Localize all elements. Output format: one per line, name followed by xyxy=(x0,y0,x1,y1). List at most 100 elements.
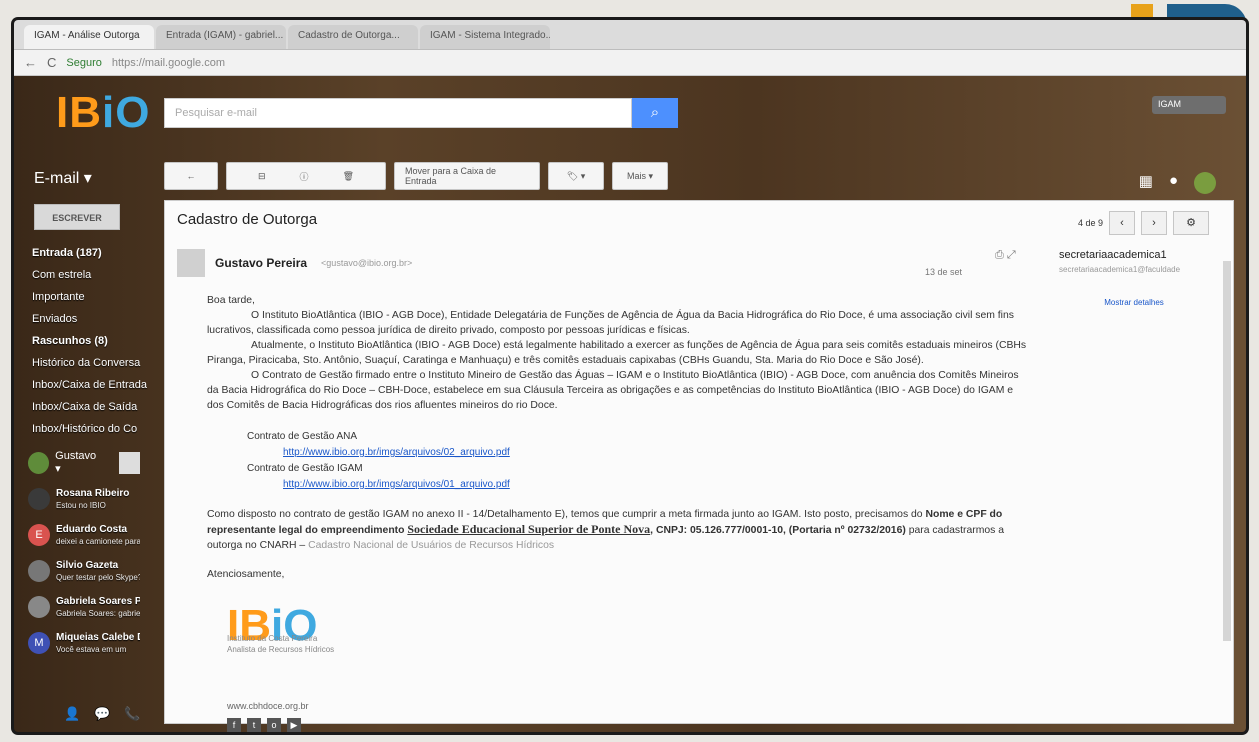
prev-button[interactable]: ‹ xyxy=(1109,211,1135,235)
pager-count: 4 de 9 xyxy=(1077,218,1103,228)
back-arrow-icon[interactable]: ← xyxy=(24,55,37,70)
sidebar-item-starred[interactable]: Com estrela xyxy=(14,264,154,286)
paragraph-1: O Instituto BioAtlântica (IBIO - AGB Doc… xyxy=(207,310,1014,336)
mail-subject: Cadastro de Outorga xyxy=(177,211,318,228)
new-chat-button[interactable] xyxy=(118,451,141,474)
notifications-icon[interactable]: ● xyxy=(1169,172,1178,194)
sidebar-item-sent[interactable]: Enviados xyxy=(14,308,154,330)
labels-button[interactable]: 🏷 ▾ xyxy=(548,162,604,190)
sender-name[interactable]: Gustavo Pereira xyxy=(215,256,307,270)
contracts-list: Contrato de Gestão ANA http://www.ibio.o… xyxy=(247,429,1027,493)
address-bar[interactable]: ← C Seguro https://mail.google.com xyxy=(14,50,1246,76)
delete-icon[interactable]: 🗑 xyxy=(343,171,354,182)
avatar: E xyxy=(28,524,50,546)
signature-url[interactable]: www.cbhdoce.org.br xyxy=(227,699,1027,714)
youtube-icon[interactable]: ▶ xyxy=(287,718,301,732)
scrollbar[interactable] xyxy=(1223,261,1231,641)
next-button[interactable]: › xyxy=(1141,211,1167,235)
browser-tabs: IGAM - Análise Outorga Entrada (IGAM) - … xyxy=(14,20,1246,50)
paragraph-2: Atualmente, o Instituto BioAtlântica (IB… xyxy=(207,340,1027,366)
sidebar-item-inbox[interactable]: Entrada (187) xyxy=(14,242,154,264)
contact-item[interactable]: E Eduardo Costa deixei a camionete para xyxy=(14,521,154,557)
side-panel-name: secretariaacademica1 xyxy=(1059,249,1167,261)
sidebar-item-chat-history[interactable]: Histórico da Conversa xyxy=(14,352,154,374)
more-button[interactable]: Mais ▾ xyxy=(612,162,668,190)
request-paragraph: Como disposto no contrato de gestão IGAM… xyxy=(207,509,1004,551)
tab-entrada[interactable]: Entrada (IGAM) - gabriel... xyxy=(156,25,286,49)
company-name: Sociedade Educacional Superior de Ponte … xyxy=(407,522,651,536)
print-icon[interactable]: ⎙ ⤢ xyxy=(995,249,1016,262)
pager: 4 de 9 ‹ › ⚙ xyxy=(1078,211,1209,235)
facebook-icon[interactable]: f xyxy=(227,718,241,732)
apps-grid-icon[interactable]: ▦ xyxy=(1139,172,1153,194)
sidebar-item-important[interactable]: Importante xyxy=(14,286,154,308)
move-to-inbox-button[interactable]: Mover para a Caixa de Entrada xyxy=(394,162,540,190)
paragraph-3: O Contrato de Gestão firmado entre o Ins… xyxy=(207,370,1019,411)
avatar xyxy=(28,560,50,582)
avatar[interactable] xyxy=(1194,172,1216,194)
phone-icon[interactable]: 📞 xyxy=(124,706,140,722)
ibio-signature-logo: IBiO xyxy=(227,601,318,650)
person-icon[interactable]: 👤 xyxy=(64,706,80,722)
contract-igam-label: Contrato de Gestão IGAM xyxy=(247,463,363,474)
avatar: M xyxy=(28,632,50,654)
contact-item[interactable]: M Miqueias Calebe DcVocê estava em um xyxy=(14,629,154,665)
signature-name: Instituto da Costa Pereira xyxy=(227,634,318,643)
sender-row: Gustavo Pereira <gustavo@ibio.org.br> xyxy=(177,249,412,277)
headphones-icon xyxy=(28,488,50,510)
show-details-link[interactable]: Mostrar detalhes xyxy=(1059,298,1209,307)
gmail-app: IBiO Pesquisar e-mail ⌕ IGAM E-mail ▾ ← … xyxy=(14,76,1246,732)
message-body: Boa tarde, O Instituto BioAtlântica (IBI… xyxy=(207,293,1027,732)
instagram-icon[interactable]: o xyxy=(267,718,281,732)
top-bar: IBiO Pesquisar e-mail ⌕ IGAM xyxy=(14,76,1246,146)
contact-side-panel: secretariaacademica1 secretariaacademica… xyxy=(1059,249,1209,307)
reload-icon[interactable]: C xyxy=(47,55,56,70)
back-button[interactable]: ← xyxy=(164,162,218,190)
chat-icon[interactable]: 💬 xyxy=(94,706,110,722)
monitor-screen: IGAM - Análise Outorga Entrada (IGAM) - … xyxy=(14,20,1246,732)
contract-ana-link[interactable]: http://www.ibio.org.br/imgs/arquivos/02_… xyxy=(283,445,1027,461)
ibio-logo[interactable]: IBiO xyxy=(56,88,150,138)
account-pill[interactable]: IGAM xyxy=(1152,96,1226,114)
sidebar-item-inbox-historico[interactable]: Inbox/Histórico do Co xyxy=(14,418,154,440)
sidebar-footer: 👤 💬 📞 xyxy=(64,706,141,722)
message-pane: Cadastro de Outorga 4 de 9 ‹ › ⚙ Gustavo… xyxy=(164,200,1234,732)
contract-igam-link[interactable]: http://www.ibio.org.br/imgs/arquivos/01_… xyxy=(283,477,1027,493)
contract-ana-label: Contrato de Gestão ANA xyxy=(247,431,358,442)
actions-group: ⊟ ⓘ 🗑 xyxy=(226,162,386,190)
signature: IBiO Instituto da Costa Pereira Analista… xyxy=(227,601,1027,732)
tab-sistema[interactable]: IGAM - Sistema Integrado... xyxy=(420,25,550,49)
signature-role: Analista de Recursos Hídricos xyxy=(227,645,335,654)
settings-gear-icon[interactable]: ⚙ xyxy=(1173,211,1209,235)
message-date: 13 de set xyxy=(925,267,963,277)
sender-email: <gustavo@ibio.org.br> xyxy=(321,258,413,268)
compose-button[interactable]: ESCREVER xyxy=(34,204,120,230)
greeting: Boa tarde, xyxy=(207,295,255,306)
regards: Atenciosamente, xyxy=(207,569,285,580)
contact-item[interactable]: Rosana Ribeiro Estou no IBIO xyxy=(14,485,154,521)
hangouts-user[interactable]: Gustavo ▾ xyxy=(14,440,154,485)
contact-item[interactable]: Gabriela Soares PeriGabriela Soares: gab… xyxy=(14,593,154,629)
secure-label: Seguro xyxy=(66,56,102,69)
tab-igam-analise[interactable]: IGAM - Análise Outorga xyxy=(24,25,154,49)
url-text[interactable]: https://mail.google.com xyxy=(112,57,225,69)
user-name: Gustavo ▾ xyxy=(55,450,97,475)
sidebar-item-inbox-caixa-saida[interactable]: Inbox/Caixa de Saída xyxy=(14,396,154,418)
sidebar-item-drafts[interactable]: Rascunhos (8) xyxy=(14,330,154,352)
mail-dropdown[interactable]: E-mail ▾ xyxy=(34,168,92,188)
search-icon[interactable]: ⌕ xyxy=(632,98,678,128)
search-input[interactable]: Pesquisar e-mail xyxy=(164,98,632,128)
sidebar-item-inbox-caixa-entrada[interactable]: Inbox/Caixa de Entrada xyxy=(14,374,154,396)
contact-item[interactable]: Silvio Gazeta Quer testar pelo Skype? xyxy=(14,557,154,593)
report-spam-icon[interactable]: ⓘ xyxy=(300,170,309,183)
sender-avatar xyxy=(177,249,205,277)
mail-toolbar: ← ⊟ ⓘ 🗑 Mover para a Caixa de Entrada 🏷 … xyxy=(164,162,668,190)
folder-list: Entrada (187) Com estrela Importante Env… xyxy=(14,242,154,440)
social-links: f t o ▶ xyxy=(227,718,1027,732)
tab-cadastro[interactable]: Cadastro de Outorga... xyxy=(288,25,418,49)
side-panel-email: secretariaacademica1@faculdade xyxy=(1059,265,1181,274)
twitter-icon[interactable]: t xyxy=(247,718,261,732)
avatar xyxy=(28,596,50,618)
archive-icon[interactable]: ⊟ xyxy=(258,171,266,182)
user-avatar xyxy=(28,451,50,474)
